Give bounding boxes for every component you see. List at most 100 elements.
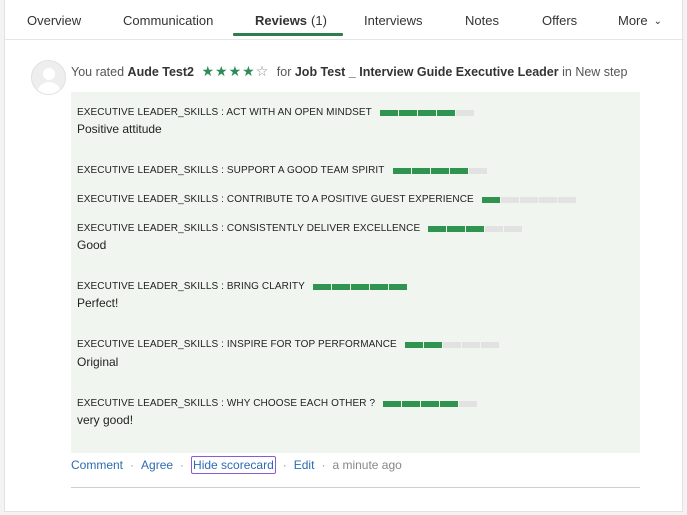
review-for-text: for — [276, 65, 292, 79]
separator-dot: · — [282, 458, 287, 472]
tab-label: Overview — [27, 13, 82, 28]
review-summary: You rated Aude Test2 ★★★★☆ for Job Test … — [71, 63, 627, 80]
score-segment-filled — [421, 400, 440, 407]
skill-label: EXECUTIVE LEADER_SKILLS : WHY CHOOSE EAC… — [77, 398, 376, 410]
score-segment-filled — [430, 167, 449, 174]
score-segment-empty — [461, 341, 480, 348]
skill-comment: Positive attitude — [77, 122, 162, 136]
review-actions: Comment · Agree · Hide scorecard · Edit · a minu… — [71, 456, 402, 474]
agree-link[interactable]: Agree — [141, 458, 173, 472]
tab-communication[interactable]: Communication — [123, 0, 213, 40]
score-segment-filled — [440, 400, 459, 407]
tab-label: More — [618, 13, 648, 28]
separator-dot: · — [321, 458, 326, 472]
star-empty-icon: ☆ — [255, 63, 270, 79]
score-segment-empty — [538, 196, 557, 203]
tab-overview[interactable]: Overview — [27, 0, 81, 40]
comment-link[interactable]: Comment — [71, 458, 123, 472]
scorecard-panel: EXECUTIVE LEADER_SKILLS : ACT WITH AN OP… — [71, 92, 640, 453]
skill-label: EXECUTIVE LEADER_SKILLS : ACT WITH AN OP… — [77, 107, 372, 119]
skill-label: EXECUTIVE LEADER_SKILLS : INSPIRE FOR TO… — [77, 339, 397, 351]
star-filled-icon: ★ — [215, 63, 229, 79]
score-segment-filled — [417, 109, 436, 116]
skill-label: EXECUTIVE LEADER_SKILLS : SUPPORT A GOOD… — [77, 165, 385, 177]
rating-stars: ★★★★☆ — [201, 63, 269, 79]
skill-comment: Original — [77, 355, 119, 369]
skill-label: EXECUTIVE LEADER_SKILLS : BRING CLARITY — [77, 281, 305, 293]
candidate-name: Aude Test2 — [127, 65, 194, 79]
score-segment-empty — [500, 196, 519, 203]
scorecard-skill-row: EXECUTIVE LEADER_SKILLS : INSPIRE FOR TO… — [77, 337, 500, 351]
avatar-body-shape — [37, 82, 61, 94]
skill-score-bar — [383, 400, 478, 407]
candidate-profile-card: Overview Communication Reviews (1) Interv… — [4, 0, 684, 512]
tab-bar: Overview Communication Reviews (1) Interv… — [5, 0, 684, 40]
score-segment-filled — [383, 400, 402, 407]
score-segment-filled — [428, 225, 447, 232]
score-segment-filled — [398, 109, 417, 116]
score-segment-filled — [447, 225, 466, 232]
separator-dot: · — [130, 458, 135, 472]
skill-score-bar — [312, 283, 408, 290]
active-tab-indicator — [233, 33, 343, 36]
review-in-text: in — [562, 65, 572, 79]
hide-scorecard-link[interactable]: Hide scorecard — [191, 456, 276, 474]
skill-label: EXECUTIVE LEADER_SKILLS : CONTRIBUTE TO … — [77, 194, 474, 206]
score-segment-filled — [449, 167, 468, 174]
score-segment-empty — [519, 196, 538, 203]
chevron-down-icon: ⌄ — [653, 16, 663, 27]
score-segment-filled — [312, 283, 331, 290]
avatar — [31, 60, 66, 95]
score-segment-filled — [379, 109, 398, 116]
score-segment-empty — [557, 196, 576, 203]
score-segment-empty — [468, 167, 487, 174]
score-segment-empty — [485, 225, 504, 232]
scorecard-skill-row: EXECUTIVE LEADER_SKILLS : CONTRIBUTE TO … — [77, 192, 577, 206]
tab-label: Notes — [465, 13, 499, 28]
score-segment-filled — [392, 167, 411, 174]
score-segment-empty — [504, 225, 523, 232]
review-prefix-text: You rated — [71, 65, 125, 79]
scorecard-skill-row: EXECUTIVE LEADER_SKILLS : WHY CHOOSE EAC… — [77, 396, 478, 410]
score-segment-filled — [350, 283, 369, 290]
tab-label: Interviews — [364, 13, 423, 28]
score-segment-filled — [369, 283, 388, 290]
score-segment-empty — [442, 341, 461, 348]
score-segment-filled — [481, 196, 500, 203]
score-segment-filled — [423, 341, 442, 348]
score-segment-filled — [411, 167, 430, 174]
pipeline-step: New step — [575, 65, 628, 79]
tab-label: Reviews — [255, 13, 308, 28]
job-title: Job Test _ Interview Guide Executive Lea… — [294, 65, 559, 79]
score-segment-filled — [331, 283, 350, 290]
star-filled-icon: ★ — [242, 63, 256, 79]
scorecard-skill-row: EXECUTIVE LEADER_SKILLS : BRING CLARITY — [77, 279, 408, 293]
skill-comment: Good — [77, 238, 107, 252]
skill-score-bar — [481, 196, 577, 203]
score-segment-empty — [459, 400, 478, 407]
tab-more[interactable]: More ⌄ — [618, 0, 662, 40]
avatar-head-shape — [43, 68, 55, 80]
skill-comment: Perfect! — [77, 296, 119, 310]
skill-score-bar — [404, 341, 500, 348]
review-timestamp: a minute ago — [332, 458, 402, 472]
tab-offers[interactable]: Offers — [542, 0, 577, 40]
score-segment-empty — [480, 341, 499, 348]
score-segment-filled — [436, 109, 455, 116]
skill-comment: very good! — [77, 413, 134, 427]
tab-interviews[interactable]: Interviews — [364, 0, 423, 40]
skill-score-bar — [428, 225, 523, 232]
score-segment-filled — [466, 225, 485, 232]
tab-notes[interactable]: Notes — [465, 0, 499, 40]
edit-link[interactable]: Edit — [294, 458, 315, 472]
tab-label: Communication — [123, 13, 214, 28]
star-filled-icon: ★ — [228, 63, 243, 79]
tab-count-badge: (1) — [311, 13, 327, 28]
tab-label: Offers — [542, 13, 578, 28]
skill-label: EXECUTIVE LEADER_SKILLS : CONSISTENTLY D… — [77, 223, 421, 235]
score-segment-filled — [388, 283, 407, 290]
divider — [71, 487, 640, 488]
score-segment-filled — [404, 341, 423, 348]
separator-dot: · — [180, 458, 185, 472]
skill-score-bar — [379, 109, 475, 116]
